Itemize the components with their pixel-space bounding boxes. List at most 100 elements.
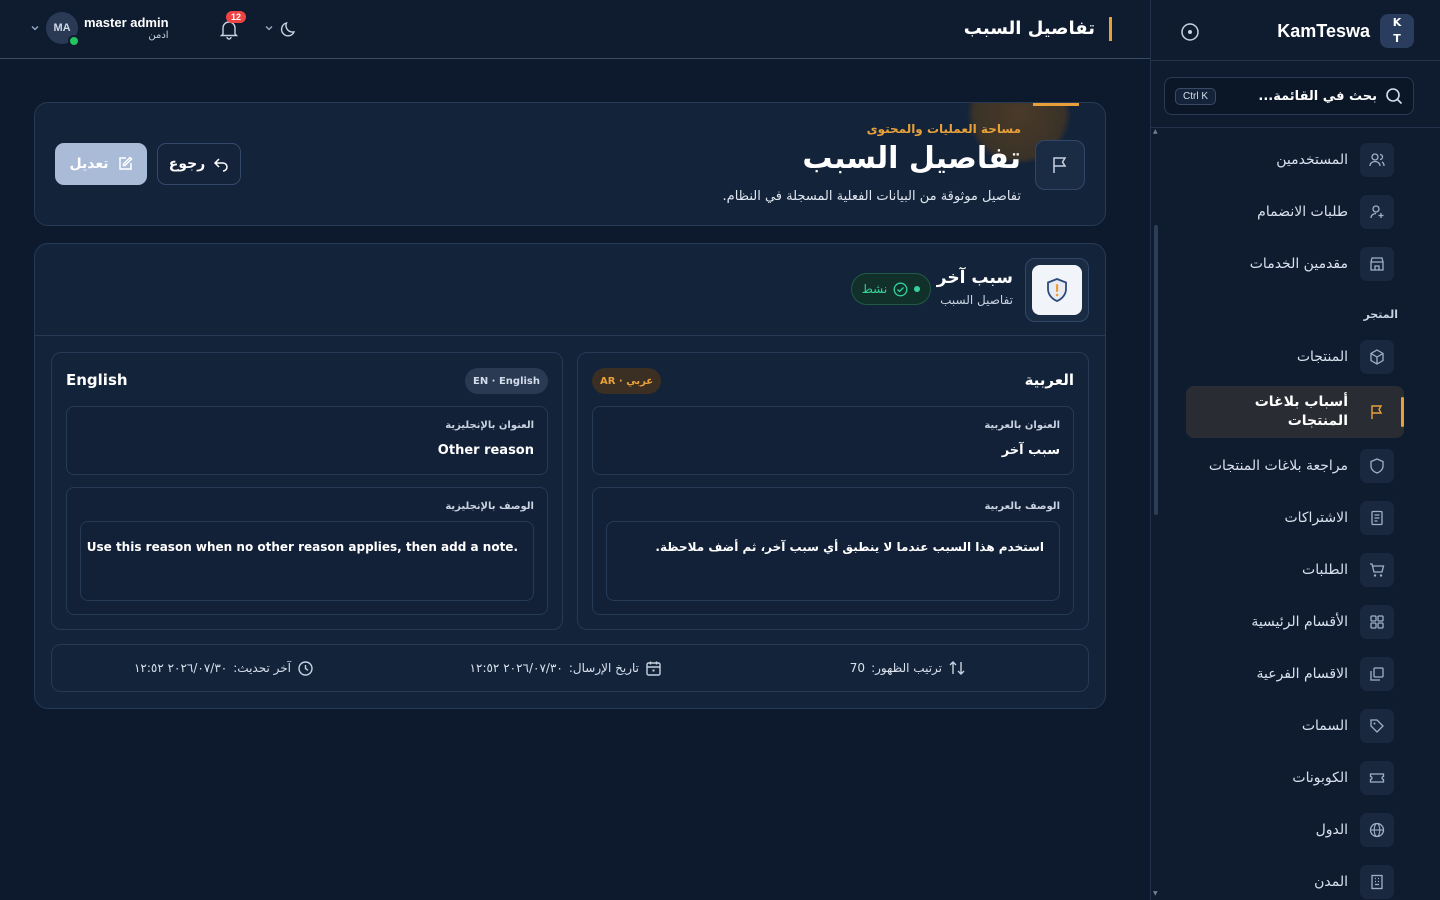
avatar[interactable]: MA <box>46 12 80 47</box>
sidebar-item-sub-categories[interactable]: الاقسام الفرعية <box>1186 653 1404 695</box>
brand-logo: K T <box>1380 14 1414 48</box>
sidebar-scrollbar[interactable] <box>1154 225 1158 515</box>
scroll-up-icon[interactable]: ▲ <box>1153 128 1158 135</box>
grid-icon <box>1360 605 1394 639</box>
online-status-dot <box>68 35 80 47</box>
reason-detail-card: سبب آخر تفاصيل السبب نشط العربية AR · عر… <box>34 243 1106 709</box>
reason-summary: سبب آخر تفاصيل السبب نشط <box>35 244 1105 336</box>
cart-icon <box>1360 553 1394 587</box>
moon-icon[interactable] <box>278 18 300 40</box>
users-icon <box>1360 143 1394 177</box>
flag-icon <box>1360 395 1394 429</box>
sidebar-item-cities[interactable]: المدن <box>1186 861 1404 900</box>
layers-icon <box>1360 657 1394 691</box>
arabic-panel: العربية AR · عربي العنوان بالعربية سبب آ… <box>577 352 1089 630</box>
sidebar-item-users[interactable]: المستخدمين <box>1186 139 1404 181</box>
field-value: استخدم هذا السبب عندما لا ينطبق أي سبب آ… <box>655 540 1044 554</box>
undo-arrow-icon <box>213 156 229 172</box>
sidebar-item-label: الاشتراكات <box>1284 510 1348 526</box>
field-value: Use this reason when no other reason app… <box>86 540 518 554</box>
description-box: Use this reason when no other reason app… <box>80 521 534 601</box>
sidebar-item-review-reports[interactable]: مراجعة بلاغات المنتجات <box>1186 445 1404 487</box>
status-label: نشط <box>861 282 888 296</box>
sidebar-item-join-requests[interactable]: طلبات الانضمام <box>1186 191 1404 233</box>
brand-name: KamTeswa <box>1277 20 1370 41</box>
status-dot <box>914 286 921 292</box>
field-value: سبب آخر <box>1001 443 1060 458</box>
check-circle-icon <box>893 282 908 297</box>
sidebar-item-service-providers[interactable]: مقدمين الخدمات <box>1186 243 1404 285</box>
status-badge: نشط <box>851 273 931 305</box>
menu-search[interactable]: بحث في القائمة... Ctrl K <box>1164 77 1414 115</box>
user-plus-icon <box>1360 195 1394 229</box>
language-pill-ar: AR · عربي <box>592 368 662 394</box>
chevron-down-icon[interactable] <box>30 23 40 33</box>
scroll-down-icon[interactable]: ▼ <box>1153 890 1158 897</box>
box-icon <box>1360 340 1394 374</box>
page-header-card: مساحة العمليات والمحتوى تفاصيل السبب تفا… <box>34 102 1106 226</box>
sidebar-item-label: طلبات الانضمام <box>1257 204 1348 220</box>
sidebar-item-attributes[interactable]: السمات <box>1186 705 1404 747</box>
meta-value: ٢٠٢٦/٠٧/٣٠ ١٢:٥٢ <box>133 661 228 675</box>
sidebar-item-countries[interactable]: الدول <box>1186 809 1404 851</box>
search-shortcut: Ctrl K <box>1175 87 1216 105</box>
sidebar-item-label: الدول <box>1315 822 1348 838</box>
clock-icon <box>297 660 314 677</box>
shield-icon <box>1360 449 1394 483</box>
edit-button[interactable]: تعديل <box>55 143 147 185</box>
brand[interactable]: K T KamTeswa <box>1277 14 1414 48</box>
user-role: ادمن <box>148 30 169 41</box>
user-menu[interactable]: MA master admin ادمن <box>30 12 169 47</box>
user-name: master admin <box>84 15 169 30</box>
edit-button-label: تعديل <box>69 156 109 172</box>
reason-title: سبب آخر <box>936 268 1013 288</box>
reason-avatar <box>1025 258 1089 322</box>
sidebar: K T KamTeswa بحث في القائمة... Ctrl K ▲ … <box>1150 0 1440 900</box>
sidebar-item-orders[interactable]: الطلبات <box>1186 549 1404 591</box>
nav-section-store: المتجر <box>1363 308 1398 321</box>
field-label: الوصف بالعربية <box>984 501 1060 512</box>
globe-icon <box>1360 813 1394 847</box>
store-icon <box>1360 247 1394 281</box>
receipt-icon <box>1360 501 1394 535</box>
ticket-icon <box>1360 761 1394 795</box>
sidebar-item-products[interactable]: المنتجات <box>1186 336 1404 378</box>
sidebar-item-label: الطلبات <box>1302 562 1348 578</box>
sidebar-item-label: الاقسام الفرعية <box>1256 666 1349 682</box>
calendar-icon <box>645 660 662 677</box>
english-heading: English <box>66 371 128 389</box>
sidebar-item-label: المنتجات <box>1296 349 1348 365</box>
sidebar-item-coupons[interactable]: الكوبونات <box>1186 757 1404 799</box>
sidebar-item-subscriptions[interactable]: الاشتراكات <box>1186 497 1404 539</box>
logo-letter-t: T <box>1393 32 1401 45</box>
header-title: تفاصيل السبب <box>802 141 1021 176</box>
english-panel: English EN · English العنوان بالإنجليزية… <box>51 352 563 630</box>
chevron-down-icon[interactable] <box>264 23 274 33</box>
meta-bar: ترتيب الظهور: 70 تاريخ الإرسال: ٢٠٢٦/٠٧/… <box>51 644 1089 692</box>
avatar-initials: MA <box>53 22 71 34</box>
section-kicker: مساحة العمليات والمحتوى <box>866 122 1021 136</box>
english-description-field: الوصف بالإنجليزية Use this reason when n… <box>66 487 548 615</box>
shield-alert-icon <box>1032 265 1082 315</box>
meta-updated-date: آخر تحديث: ٢٠٢٦/٠٧/٣٠ ١٢:٥٢ <box>134 645 314 691</box>
back-button-label: رجوع <box>168 156 206 172</box>
sort-arrows-icon <box>948 659 966 677</box>
field-value: Other reason <box>437 443 534 458</box>
sidebar-item-label: مراجعة بلاغات المنتجات <box>1208 458 1348 474</box>
meta-display-order: ترتيب الظهور: 70 <box>850 645 966 691</box>
topbar: تفاصيل السبب MA master admin ادمن 12 <box>0 0 1150 59</box>
logo-letter-k: K <box>1392 16 1402 29</box>
tag-icon <box>1360 709 1394 743</box>
back-button[interactable]: رجوع <box>157 143 241 185</box>
page-title: تفاصيل السبب <box>964 17 1112 41</box>
sidebar-item-main-categories[interactable]: الأقسام الرئيسية <box>1186 601 1404 643</box>
sidebar-item-report-reasons[interactable]: أسباب بلاغات المنتجات <box>1186 386 1404 438</box>
sidebar-divider <box>1150 60 1440 61</box>
search-input[interactable]: بحث في القائمة... <box>1224 89 1377 104</box>
sidebar-item-label: المدن <box>1314 874 1348 890</box>
description-box: استخدم هذا السبب عندما لا ينطبق أي سبب آ… <box>606 521 1060 601</box>
sidebar-item-label: الكوبونات <box>1292 770 1348 786</box>
header-description: تفاصيل موثوقة من البيانات الفعلية المسجل… <box>722 189 1021 204</box>
collapse-sidebar-icon[interactable] <box>1179 21 1201 43</box>
field-label: العنوان بالعربية <box>984 420 1060 431</box>
